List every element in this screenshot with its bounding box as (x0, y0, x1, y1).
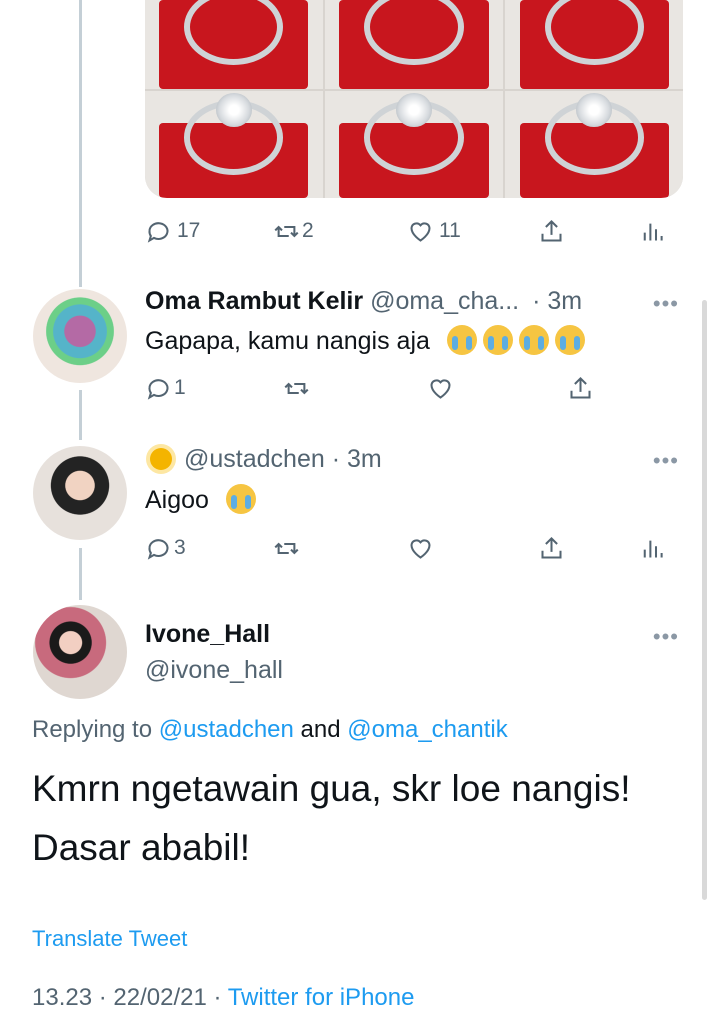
retweet-icon (284, 382, 309, 394)
display-name[interactable]: Ivone_Hall (145, 620, 270, 649)
reply-icon (147, 538, 169, 560)
retweet-button[interactable] (283, 370, 310, 406)
tweet-actions: 17 2 11 (145, 213, 665, 249)
retweet-button[interactable] (273, 530, 300, 566)
handle[interactable]: @ustadchen (184, 445, 325, 473)
share-button[interactable] (567, 370, 594, 406)
more-icon[interactable]: ••• (653, 291, 679, 317)
more-icon[interactable]: ••• (653, 448, 679, 474)
tweet-text: Gapapa, kamu nangis aja (145, 327, 430, 355)
reply-button[interactable]: 17 (145, 213, 200, 249)
analytics-icon (643, 540, 663, 557)
share-button[interactable] (538, 213, 565, 249)
share-icon (570, 376, 591, 399)
reply-icon (147, 221, 169, 243)
tweet-meta: 13.23 · 22/02/21 · Twitter for iPhone (32, 984, 414, 1012)
analytics-button[interactable] (638, 213, 665, 249)
replying-prefix: Replying to (32, 716, 153, 743)
thread-line (79, 390, 82, 440)
thread-line (79, 0, 82, 287)
timestamp[interactable]: · 3m (532, 287, 582, 315)
crying-face-icon (554, 325, 585, 355)
retweet-icon (274, 225, 299, 237)
tweet-actions: 1 (145, 370, 665, 406)
share-button[interactable] (538, 530, 565, 566)
mention-link[interactable]: @ustadchen (159, 716, 294, 743)
reply-header: @ustadchen · 3m (150, 445, 382, 474)
replying-and: and (300, 716, 341, 743)
mention-link[interactable]: @oma_chantik (347, 716, 507, 743)
sun-icon (150, 448, 172, 470)
timestamp[interactable]: · 3m (332, 445, 382, 473)
reply-icon (147, 378, 169, 400)
share-icon (541, 219, 562, 242)
like-button[interactable] (407, 530, 434, 566)
avatar[interactable] (33, 289, 127, 383)
reply-button[interactable]: 1 (145, 370, 186, 406)
timestamp: 13.23 · 22/02/21 · (32, 984, 222, 1011)
reply-button[interactable]: 3 (145, 530, 186, 566)
reply-text: Gapapa, kamu nangis aja (145, 325, 585, 356)
reply-count: 1 (174, 376, 186, 399)
display-name[interactable]: Oma Rambut Kelir (145, 287, 363, 315)
crying-face-icon (446, 325, 477, 355)
tweet-text-line-2: Dasar ababil! (32, 827, 251, 868)
heart-icon (410, 221, 431, 242)
thread-line (79, 548, 82, 600)
like-button[interactable]: 11 (407, 213, 461, 249)
avatar[interactable] (33, 446, 127, 540)
share-icon (541, 536, 562, 559)
crying-face-icon (482, 325, 513, 355)
reply-count: 3 (174, 536, 186, 559)
crying-face-icon (518, 325, 549, 355)
analytics-button[interactable] (638, 530, 665, 566)
like-count: 11 (439, 219, 461, 242)
avatar[interactable] (33, 605, 127, 699)
heart-icon (410, 538, 431, 559)
reply-count: 17 (177, 219, 201, 242)
tweet-text-line-1: Kmrn ngetawain gua, skr loe nangis! (32, 768, 631, 809)
crying-face-icon (225, 484, 256, 514)
analytics-icon (643, 223, 663, 240)
tweet-text: Aigoo (145, 486, 209, 514)
like-button[interactable] (427, 370, 454, 406)
tweet-photo[interactable] (145, 0, 683, 198)
replying-to: Replying to @ustadchen and @oma_chantik (32, 716, 508, 744)
translate-link[interactable]: Translate Tweet (32, 926, 187, 952)
retweet-button[interactable]: 2 (273, 213, 314, 249)
retweet-icon (274, 542, 299, 554)
handle[interactable]: @ivone_hall (145, 656, 283, 685)
heart-icon (430, 378, 451, 399)
handle[interactable]: @oma_cha... (370, 287, 519, 315)
reply-header: Oma Rambut Kelir @oma_cha... · 3m (145, 287, 582, 316)
scrollbar[interactable] (702, 300, 707, 900)
source-link[interactable]: Twitter for iPhone (228, 984, 415, 1011)
tweet-actions: 3 (145, 530, 665, 566)
more-icon[interactable]: ••• (653, 624, 679, 650)
reply-text: Aigoo (145, 484, 256, 515)
retweet-count: 2 (302, 219, 314, 242)
